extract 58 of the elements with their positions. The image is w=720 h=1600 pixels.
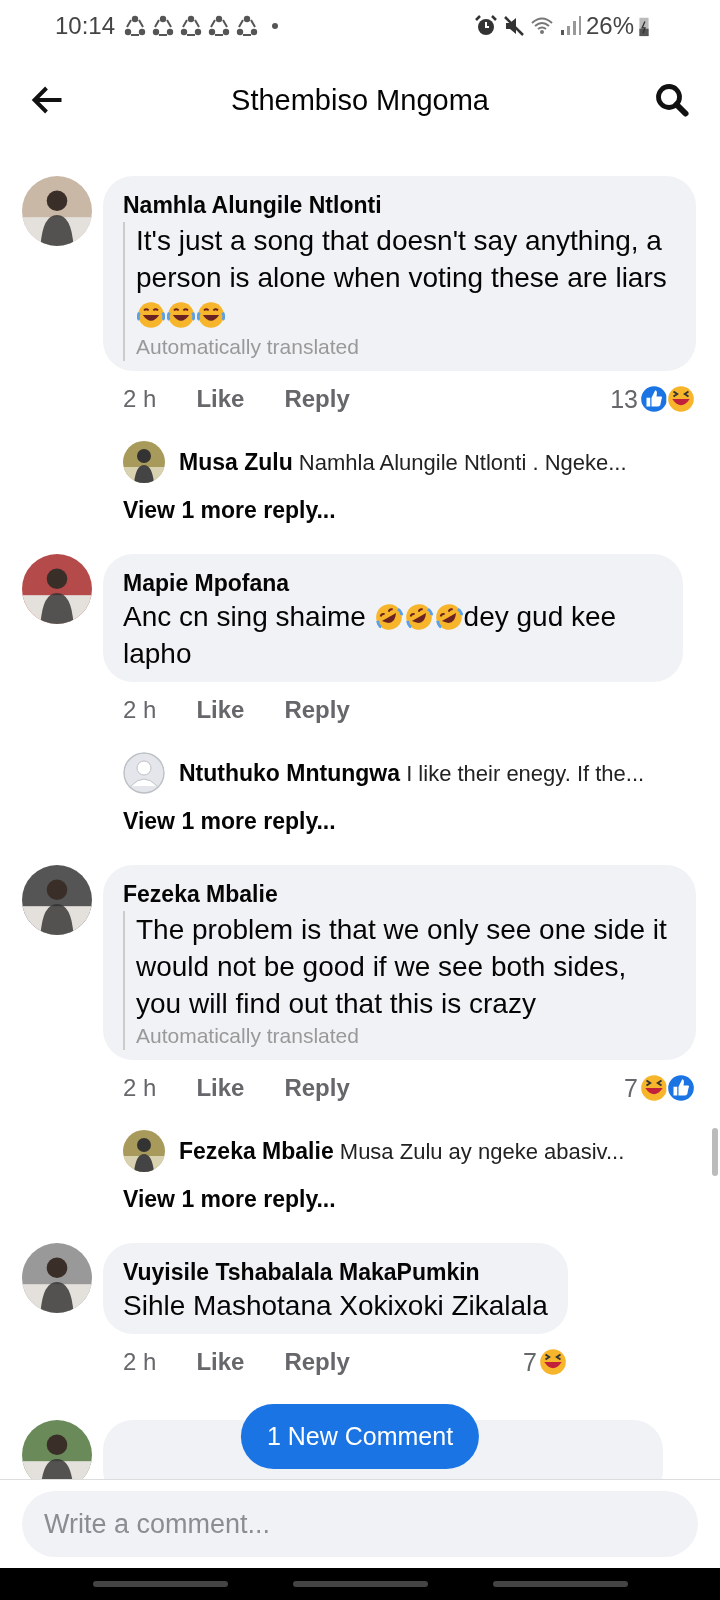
battery-percent: 26% [585,12,634,40]
translation-note: Automatically translated [136,1023,360,1049]
haha-reaction-icon [537,1347,568,1377]
battery-icon [638,15,650,37]
page-title: Sthembiso Mngoma [231,83,489,117]
view-more-replies-link[interactable]: View 1 more reply... [123,808,683,835]
like-link[interactable]: Like [196,696,245,724]
reaction-count: 13 [610,384,638,414]
comment-text: Sihle Mashotana Xokixoki Zikalala [123,1289,548,1323]
reply-link[interactable]: Reply [284,385,350,413]
comment-time: 2 h [123,385,157,413]
reply-preview[interactable]: Musa Zulu Namhla Alungile Ntlonti . Ngeke... [179,448,627,476]
like-reaction-icon [639,384,669,414]
laughing-tears-emoji [137,301,165,329]
comment-time: 2 h [123,696,157,724]
comment-input-field[interactable]: Write a comment... [22,1491,698,1557]
reply-link[interactable]: Reply [284,696,350,724]
laughing-tears-emoji [167,301,195,329]
share-icon [179,14,204,38]
reply-link[interactable]: Reply [284,1074,350,1102]
alarm-icon [473,14,498,38]
haha-reaction-icon [666,384,696,414]
dot-icon [271,22,280,30]
view-more-replies-link[interactable]: View 1 more reply... [123,1186,696,1213]
comment-author[interactable]: Vuyisile Tshabalala MakaPumkin [123,1257,548,1287]
new-comment-button[interactable]: 1 New Comment [240,1404,480,1469]
like-link[interactable]: Like [196,1348,245,1376]
share-icon [151,14,176,38]
comment-text: Anc cn sing shaime dey gud kee lapho [123,598,663,672]
reply-link[interactable]: Reply [284,1348,350,1376]
haha-reaction-icon [639,1073,669,1103]
comment-text: The problem is that we only see one side it would not be good if we see both sides, you will find out that this is crazy [136,913,668,1021]
nav-handle[interactable] [492,1581,628,1587]
translation-note: Automatically translated [136,334,360,360]
like-link[interactable]: Like [196,385,245,413]
reply-preview[interactable]: Fezeka Mbalie Musa Zulu ay ngeke abasiv... [179,1137,625,1165]
reply-preview[interactable]: Ntuthuko Mntungwa I like their enegy. If the... [179,759,645,787]
share-icon [235,14,260,38]
reaction-count: 7 [523,1347,537,1377]
like-link[interactable]: Like [196,1074,245,1102]
nav-handle[interactable] [92,1581,228,1587]
view-more-replies-link[interactable]: View 1 more reply... [123,497,696,524]
status-time: 10:14 [55,12,116,40]
search-icon[interactable] [654,82,690,118]
comment-author[interactable]: Mapie Mpofana [123,568,663,598]
comment-author[interactable]: Fezeka Mbalie [123,879,676,909]
laughing-tears-emoji [197,301,225,329]
share-icon [207,14,232,38]
nav-handle[interactable] [292,1581,428,1587]
comment-author[interactable]: Namhla Alungile Ntlonti [123,190,676,220]
scrollbar [712,1128,718,1176]
comment-text: It's just a song that doesn't say anything, a person is alone when voting these are liars [136,222,676,333]
reaction-count: 7 [624,1073,638,1103]
comment-time: 2 h [123,1074,157,1102]
like-reaction-icon [666,1073,696,1103]
share-icon [123,14,148,38]
comment-time: 2 h [123,1348,157,1376]
mute-icon [501,14,526,38]
